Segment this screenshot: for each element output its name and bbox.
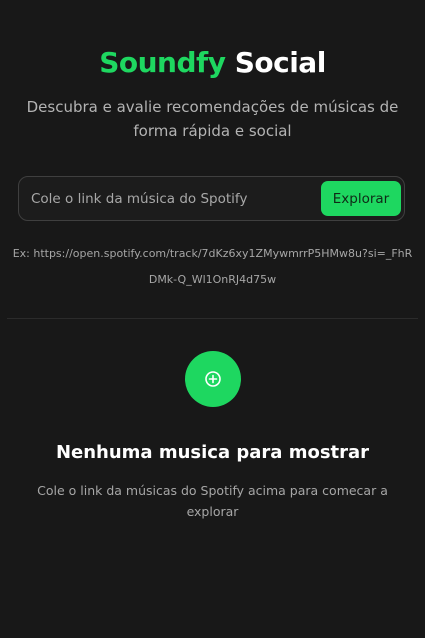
search-bar: Explorar: [18, 176, 405, 221]
page: Soundfy Social Descubra e avalie recomen…: [0, 0, 425, 638]
example-link-text: Ex: https://open.spotify.com/track/7dKz6…: [12, 247, 413, 286]
explore-button[interactable]: Explorar: [321, 181, 401, 216]
section-divider: [7, 318, 418, 319]
brand-suffix: Social: [234, 46, 327, 79]
empty-state-description: Cole o link da músicas do Spotify acima …: [37, 483, 388, 519]
empty-state-title: Nenhuma musica para mostrar: [55, 442, 370, 463]
brand-name: Soundfy: [99, 46, 226, 79]
page-subtitle: Descubra e avalie recomendações de músic…: [26, 98, 399, 140]
empty-state-icon-badge: [185, 351, 241, 407]
plus-circle-icon: [205, 371, 221, 387]
page-title: Soundfy Social: [0, 43, 425, 83]
spotify-link-input[interactable]: [19, 177, 315, 220]
